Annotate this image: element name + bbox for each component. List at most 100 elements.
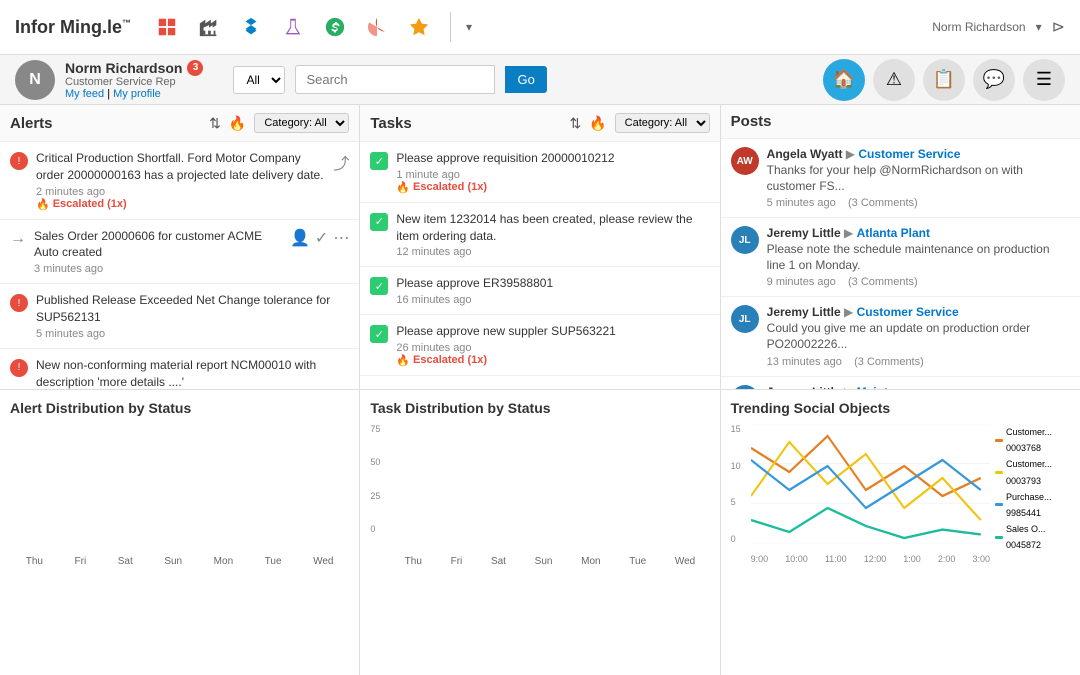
legend-dot-4: [995, 536, 1003, 539]
posts-header: Posts: [721, 105, 1080, 139]
nav-share-icon[interactable]: ⊳: [1052, 17, 1065, 37]
legend-dot-2: [995, 471, 1003, 474]
task-check-icon: ✓: [370, 277, 388, 295]
legend-dot-3: [995, 503, 1003, 506]
chat-action-icon[interactable]: 💬: [973, 59, 1015, 101]
tasks-panel: Tasks ⇅ 🔥 Category: All ✓ Please approve…: [360, 105, 720, 675]
post-avatar: JL: [731, 305, 759, 333]
trending-y-axis: 15 10 5 0: [731, 424, 749, 544]
alerts-list: Alerts ⇅ 🔥 Category: All ! Critical Prod…: [0, 105, 359, 390]
top-navigation: Infor Ming.le™ ▾ Norm Richardson ▾ ⊳: [0, 0, 1080, 55]
task-item: ✓ Please approve requisition 20000010212…: [360, 142, 719, 203]
nav-username: Norm Richardson: [932, 20, 1025, 34]
post-item: JL Jeremy Little ▶ Customer Service Coul…: [721, 297, 1080, 376]
task-item: ✓ Please approve ER39588801 16 minutes a…: [360, 267, 719, 315]
user-badge: 3: [187, 60, 203, 76]
post-avatar: AW: [731, 147, 759, 175]
user-avatar: N: [15, 60, 55, 100]
task-chart-bars: [390, 424, 709, 554]
alerts-header: Alerts ⇅ 🔥 Category: All: [0, 105, 359, 142]
user-info-block: Norm Richardson 3 Customer Service Rep M…: [65, 60, 203, 100]
tasks-action-icon[interactable]: 📋: [923, 59, 965, 101]
search-input[interactable]: [295, 65, 495, 94]
task-check-icon: ✓: [370, 152, 388, 170]
trending-x-labels: 9:00 10:00 11:00 12:00 1:00 2:00 3:00: [751, 554, 990, 564]
check-icon[interactable]: ✓: [315, 228, 328, 248]
post-author: Jeremy Little: [767, 305, 841, 319]
action-icons: 🏠 ⚠ 📋 💬 ☰: [823, 59, 1065, 101]
post-destination[interactable]: Atlanta Plant: [857, 226, 930, 240]
alerts-title: Alerts: [10, 115, 201, 132]
more-icon[interactable]: ⋯: [333, 228, 349, 248]
alerts-chart-panel: Alert Distribution by Status: [0, 390, 359, 675]
post-avatar: JL: [731, 226, 759, 254]
task-chart-x-labels: Thu Fri Sat Sun Mon Tue Wed: [390, 556, 709, 567]
home-action-icon[interactable]: 🏠: [823, 59, 865, 101]
tasks-chart-panel: Task Distribution by Status 75 50 25 0: [360, 390, 719, 675]
nav-user-dropdown[interactable]: ▾: [1036, 20, 1042, 34]
alerts-sort-icon[interactable]: ⇅: [209, 115, 221, 132]
nav-right-user: Norm Richardson ▾ ⊳: [932, 17, 1065, 37]
nav-icon-star[interactable]: [403, 11, 435, 43]
nav-more-dropdown[interactable]: ▾: [466, 20, 472, 34]
alert-chart-x-labels: Thu Fri Sat Sun Mon Tue Wed: [10, 556, 349, 567]
filter-select[interactable]: All: [233, 66, 285, 94]
alert-item: ! Published Release Exceeded Net Change …: [0, 284, 359, 349]
legend-dot-1: [995, 439, 1003, 442]
post-item: AW Angela Wyatt ▶ Customer Service Thank…: [721, 139, 1080, 218]
post-destination[interactable]: Customer Service: [858, 147, 960, 161]
alerts-category-select[interactable]: Category: All: [254, 113, 349, 133]
search-filter-dropdown[interactable]: All: [233, 66, 285, 94]
user-name-display: Norm Richardson 3: [65, 60, 203, 76]
alert-chart-title: Alert Distribution by Status: [10, 400, 349, 416]
trending-chart-area: 15 10 5 0: [731, 424, 1070, 564]
post-destination[interactable]: Customer Service: [857, 305, 959, 319]
tasks-category-select[interactable]: Category: All: [615, 113, 710, 133]
nav-icon-grid[interactable]: [151, 11, 183, 43]
my-profile-link[interactable]: My profile: [113, 88, 161, 100]
more-action-icon[interactable]: ☰: [1023, 59, 1065, 101]
alerts-flame-icon[interactable]: 🔥: [229, 115, 246, 132]
search-button[interactable]: Go: [505, 66, 546, 93]
tasks-sort-icon[interactable]: ⇅: [569, 115, 581, 132]
nav-icon-pie[interactable]: [361, 11, 393, 43]
task-check-icon: ✓: [370, 213, 388, 231]
trending-chart-panel: Trending Social Objects 15 10 5 0: [721, 390, 1080, 675]
trending-svg: [751, 424, 990, 544]
tasks-header: Tasks ⇅ 🔥 Category: All: [360, 105, 719, 142]
nav-icon-flask[interactable]: [277, 11, 309, 43]
alerts-panel: Alerts ⇅ 🔥 Category: All ! Critical Prod…: [0, 105, 360, 675]
user-title: Customer Service Rep: [65, 76, 203, 88]
task-chart-y-axis: 75 50 25 0: [370, 424, 390, 554]
nav-icon-dollar[interactable]: [319, 11, 351, 43]
alert-icon-1: !: [10, 152, 28, 170]
main-content: Alerts ⇅ 🔥 Category: All ! Critical Prod…: [0, 105, 1080, 675]
task-chart-title: Task Distribution by Status: [370, 400, 709, 416]
post-author: Angela Wyatt: [767, 147, 843, 161]
my-feed-link[interactable]: My feed: [65, 88, 104, 100]
posts-title: Posts: [731, 113, 1070, 130]
posts-panel: Posts AW Angela Wyatt ▶ Customer Service…: [721, 105, 1080, 675]
external-link-icon[interactable]: ⤴: [333, 150, 349, 174]
post-item: JL Jeremy Little ▶ Atlanta Plant Please …: [721, 218, 1080, 297]
tasks-flame-icon[interactable]: 🔥: [589, 115, 606, 132]
nav-icon-dropbox[interactable]: [235, 11, 267, 43]
assign-icon[interactable]: 👤: [290, 228, 310, 248]
alert-dot-icon: !: [10, 359, 28, 377]
task-item: ✓ Please approve new suppler SUP563221 2…: [360, 315, 719, 376]
trending-legend: Customer...0003768 Customer...0003793 Pu…: [995, 424, 1070, 554]
alert-item: ! Critical Production Shortfall. Ford Mo…: [0, 142, 359, 220]
nav-app-icons: ▾: [151, 11, 472, 43]
nav-divider: [450, 12, 451, 42]
task-item: ✓ New item 1232014 has been created, ple…: [360, 203, 719, 268]
posts-list: Posts AW Angela Wyatt ▶ Customer Service…: [721, 105, 1080, 390]
search-bar: N Norm Richardson 3 Customer Service Rep…: [0, 55, 1080, 105]
tasks-list: Tasks ⇅ 🔥 Category: All ✓ Please approve…: [360, 105, 719, 390]
info-icon: →: [10, 230, 26, 248]
task-check-icon: ✓: [370, 325, 388, 343]
nav-icon-factory[interactable]: [193, 11, 225, 43]
app-logo: Infor Ming.le™: [15, 17, 131, 38]
alert-dot-icon: !: [10, 294, 28, 312]
alert-action-icon[interactable]: ⚠: [873, 59, 915, 101]
alert-item: → Sales Order 20000606 for customer ACME…: [0, 220, 359, 285]
